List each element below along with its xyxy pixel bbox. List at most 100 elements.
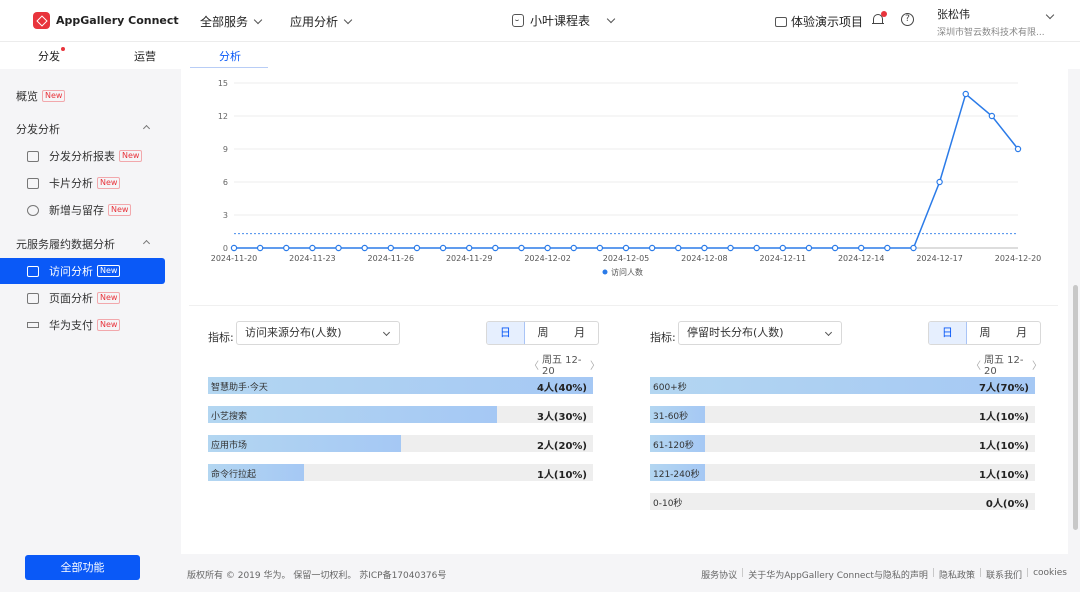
app-logo[interactable]: AppGallery Connect	[33, 12, 179, 29]
sidebar-group-distribution-analysis[interactable]: 分发分析	[0, 116, 165, 142]
notification-dot	[881, 11, 887, 17]
new-badge: New	[97, 292, 121, 304]
data-point	[230, 244, 238, 252]
y-tick-label: 15	[218, 79, 228, 88]
y-tick-label: 12	[218, 112, 228, 121]
data-point	[387, 244, 394, 252]
data-point	[309, 244, 316, 252]
y-tick-label: 0	[223, 244, 228, 253]
bar-label: 31-60秒	[653, 412, 689, 422]
prev-date-icon[interactable]: 〈	[971, 357, 981, 372]
project-selector[interactable]: 体验演示项目	[775, 13, 863, 30]
bar-fill	[650, 377, 1035, 394]
new-badge: New	[119, 150, 143, 162]
link-separator: |	[978, 568, 983, 578]
period-day-button[interactable]: 日	[929, 322, 967, 344]
nav-app-analysis[interactable]: 应用分析	[290, 13, 353, 30]
sidebar-item-distribution-report[interactable]: 分发分析报表 New	[0, 143, 165, 169]
user-name[interactable]: 张松伟	[937, 6, 970, 22]
next-date-icon[interactable]: 〉	[1032, 357, 1042, 372]
date-label: 周五 12-20	[984, 355, 1024, 377]
footer-link[interactable]: 服务协议	[701, 568, 737, 581]
data-point	[492, 244, 499, 252]
next-date-icon[interactable]: 〉	[590, 357, 600, 372]
sidebar-item-new-retention[interactable]: 新增与留存 New	[0, 197, 165, 223]
bar-value: 1人(10%)	[978, 412, 1029, 423]
x-tick-label: 2024-12-05	[603, 254, 650, 263]
bar-row: 应用市场 2人(20%)	[208, 435, 593, 452]
tab-distribution[interactable]: 分发	[38, 47, 65, 64]
nav-all-services-label: 全部服务	[200, 15, 249, 29]
bar-value: 0人(0%)	[985, 499, 1029, 510]
chevron-up-icon	[142, 124, 151, 133]
date-navigator: 〈 周五 12-20 〉	[968, 351, 1045, 377]
app-icon	[512, 14, 524, 27]
chevron-down-icon	[606, 14, 616, 23]
data-point	[805, 244, 813, 252]
data-point	[596, 244, 604, 252]
data-point	[335, 244, 342, 252]
nav-all-services[interactable]: 全部服务	[200, 13, 263, 30]
tab-operations[interactable]: 运营	[134, 48, 156, 64]
bar-label: 600+秒	[653, 383, 687, 393]
bar-row: 0-10秒 0人(0%)	[650, 493, 1035, 510]
period-month-button[interactable]: 月	[1003, 322, 1040, 344]
x-tick-label: 2024-12-11	[760, 254, 807, 263]
bar-value: 3人(30%)	[536, 412, 587, 423]
section-divider	[189, 305, 1058, 306]
sidebar-item-label: 概览	[16, 90, 38, 103]
app-selector[interactable]: 小叶课程表	[512, 12, 616, 29]
date-label: 周五 12-20	[542, 355, 582, 377]
sidebar-item-visit-analysis[interactable]: 访问分析 New	[0, 258, 165, 284]
bar-fill	[208, 406, 497, 423]
footer-link[interactable]: 联系我们	[986, 568, 1022, 581]
tab-analysis[interactable]: 分析	[219, 48, 241, 64]
chevron-down-icon	[343, 15, 353, 24]
metric-select-value: 停留时长分布(人数)	[687, 326, 784, 339]
data-point	[622, 244, 630, 252]
bar-label: 61-120秒	[653, 441, 694, 451]
metric-select[interactable]: 停留时长分布(人数)	[678, 321, 842, 345]
footer-link[interactable]: cookies	[1033, 568, 1067, 581]
data-point	[439, 244, 447, 252]
sidebar-group-label: 元服务履约数据分析	[16, 238, 115, 251]
sidebar-group-meta-service[interactable]: 元服务履约数据分析	[0, 231, 165, 257]
data-point	[831, 244, 839, 252]
report-icon	[27, 150, 39, 162]
user-icon	[27, 204, 39, 216]
huawei-logo-icon	[33, 12, 50, 29]
help-icon[interactable]: ?	[901, 13, 914, 26]
period-month-button[interactable]: 月	[561, 322, 598, 344]
data-point	[701, 244, 708, 252]
all-functions-button[interactable]: 全部功能	[25, 555, 140, 580]
sidebar-item-card-analysis[interactable]: 卡片分析 New	[0, 170, 165, 196]
period-day-button[interactable]: 日	[487, 322, 525, 344]
data-point	[884, 244, 891, 252]
metric-select[interactable]: 访问来源分布(人数)	[236, 321, 400, 345]
prev-date-icon[interactable]: 〈	[529, 357, 539, 372]
notification-bell-icon[interactable]	[872, 11, 887, 26]
visit-line-chart: 0 3 6 9 12 15 2024-11-20 2024-11-23 2024-11-26 20…	[211, 79, 1042, 277]
link-separator: |	[1026, 568, 1030, 578]
footer-links: 服务协议 | 关于华为AppGallery Connect与隐私的声明 | 隐私政策 | 联…	[701, 568, 1067, 581]
y-tick-label: 9	[223, 145, 228, 154]
data-point	[858, 244, 865, 252]
sidebar-item-label: 华为支付	[49, 319, 93, 332]
active-tab-underline	[190, 67, 268, 68]
user-menu-chevron-icon[interactable]	[1045, 10, 1055, 20]
tab-badge-dot	[61, 47, 65, 51]
bar-label: 命令行拉起	[211, 470, 257, 480]
logo-text: AppGallery Connect	[56, 14, 179, 27]
sidebar-item-overview[interactable]: 概览 New	[0, 83, 165, 109]
footer-link[interactable]: 隐私政策	[939, 568, 975, 581]
sidebar-item-huawei-pay[interactable]: 华为支付 New	[0, 312, 165, 338]
x-tick-label: 2024-11-20	[211, 254, 258, 263]
period-week-button[interactable]: 周	[525, 322, 562, 344]
sidebar-item-page-analysis[interactable]: 页面分析 New	[0, 285, 165, 311]
period-week-button[interactable]: 周	[967, 322, 1004, 344]
footer-link[interactable]: 关于华为AppGallery Connect与隐私的声明	[748, 568, 928, 581]
link-separator: |	[741, 568, 745, 578]
data-point	[361, 244, 368, 252]
page-scrollbar[interactable]	[1073, 285, 1078, 530]
data-point	[1014, 145, 1022, 153]
